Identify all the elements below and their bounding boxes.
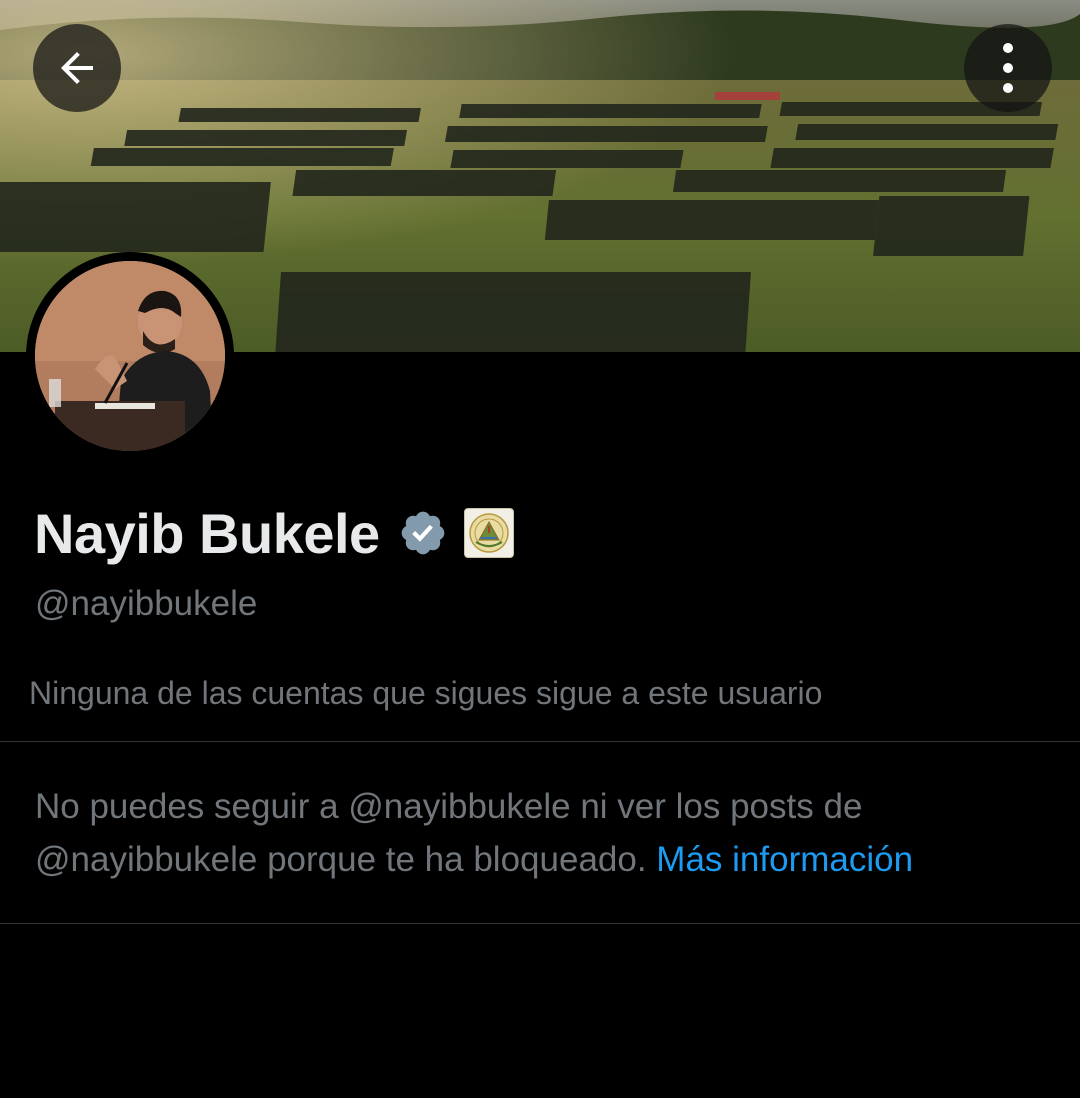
followers-you-know[interactable]: Ninguna de las cuentas que sigues sigue … [29,675,822,712]
more-vertical-icon [1003,43,1013,93]
back-button[interactable] [33,24,121,112]
profile-handle: @nayibbukele [35,584,258,623]
avatar-image [35,261,225,451]
display-name: Nayib Bukele [34,501,380,565]
el-salvador-coat-of-arms-icon[interactable] [463,508,514,558]
arrow-left-icon [61,52,93,84]
more-info-link[interactable]: Más información [656,840,913,879]
divider [0,741,1080,742]
name-row: Nayib Bukele [34,498,514,568]
avatar[interactable] [26,252,234,460]
blocked-notice: No puedes seguir a @nayibbukele ni ver l… [35,780,1065,886]
verified-badge-icon[interactable] [398,508,448,558]
more-options-button[interactable] [964,24,1052,112]
divider [0,923,1080,924]
